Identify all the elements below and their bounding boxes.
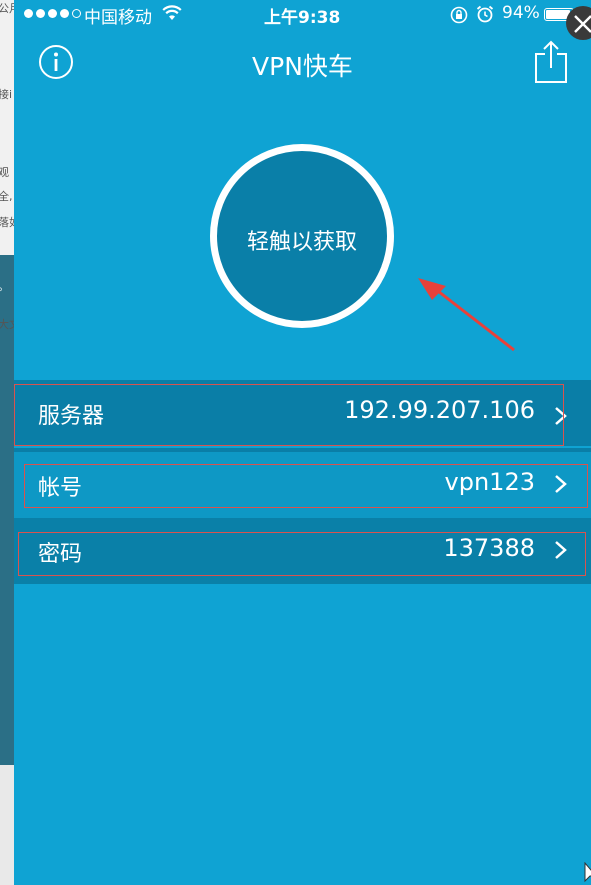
- background-text-fragment: 公月: [0, 2, 14, 15]
- navigation-bar: VPN快车: [14, 36, 591, 92]
- background-text-fragment: 全,: [0, 190, 13, 203]
- background-text-fragment: 大文: [0, 318, 14, 331]
- background-text-fragment: 接i: [0, 88, 13, 101]
- share-button[interactable]: [534, 40, 568, 84]
- annotation-arrow-icon: [418, 278, 515, 352]
- wifi-icon: [162, 5, 182, 26]
- annotation-highlight-box: [24, 464, 588, 508]
- annotation-highlight-box: [18, 532, 586, 576]
- share-icon: [535, 40, 567, 83]
- app-title: VPN快车: [252, 52, 353, 81]
- alarm-icon: [476, 5, 494, 28]
- annotation-highlight-box: [14, 384, 564, 446]
- mouse-cursor-icon: [584, 862, 591, 883]
- battery-percent: 94%: [502, 3, 540, 23]
- background-text-fragment: 观: [0, 166, 9, 179]
- connect-button[interactable]: 轻触以获取: [210, 144, 394, 328]
- background-page-edge: 公月 接i 观 全, 落如 。 大文: [0, 0, 14, 885]
- background-text-fragment: 。: [0, 278, 9, 294]
- clock-time: 上午9:38: [264, 8, 341, 28]
- signal-strength-icon: [24, 9, 81, 18]
- rotation-lock-icon: [450, 6, 468, 29]
- phone-screen: 中国移动 上午9:38 94% VPN快车 轻触以获取 服务器 192.99.2…: [14, 0, 591, 885]
- status-bar: 中国移动 上午9:38 94%: [14, 0, 591, 28]
- carrier-name: 中国移动: [84, 8, 152, 28]
- background-text-fragment: 落如: [0, 216, 14, 229]
- connect-label: 轻触以获取: [246, 230, 357, 255]
- close-icon: [574, 15, 591, 33]
- background-band-light: [0, 765, 14, 885]
